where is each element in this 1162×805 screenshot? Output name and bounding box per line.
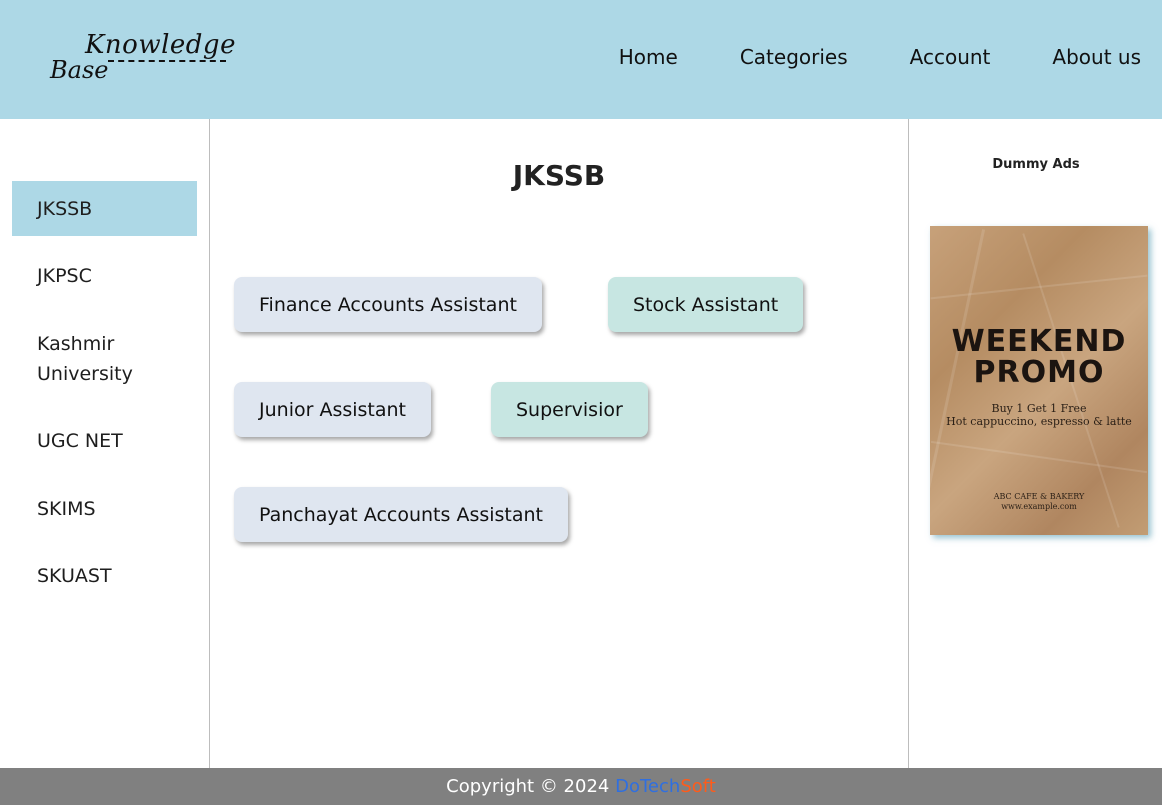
logo-text-bottom: Base <box>50 56 109 84</box>
main-content: JKSSB Finance Accounts Assistant Stock A… <box>210 119 908 768</box>
promo-headline: WEEKEND PROMO <box>951 324 1127 390</box>
post-button-finance-accounts-assistant[interactable]: Finance Accounts Assistant <box>234 277 542 332</box>
promo-line-2: Hot cappuccino, espresso & latte <box>946 415 1132 428</box>
footer-brand-part2[interactable]: Soft <box>680 776 716 797</box>
category-sidebar: JKSSB JKPSC Kashmir University UGC NET S… <box>0 119 210 768</box>
sidebar-item-jkpsc[interactable]: JKPSC <box>12 261 197 291</box>
site-footer: Copyright © 2024 DoTech Soft <box>0 768 1162 805</box>
sidebar-item-skuast[interactable]: SKUAST <box>12 561 197 591</box>
paper-crease <box>930 440 1148 474</box>
sidebar-item-ugc-net[interactable]: UGC NET <box>12 426 197 456</box>
post-button-junior-assistant[interactable]: Junior Assistant <box>234 382 431 437</box>
footer-brand-part1[interactable]: DoTech <box>615 776 680 797</box>
site-logo[interactable]: Knowledge Base <box>50 30 235 85</box>
post-button-panchayat-accounts-assistant[interactable]: Panchayat Accounts Assistant <box>234 487 569 542</box>
promo-subtext: Buy 1 Get 1 Free Hot cappuccino, espress… <box>930 402 1148 428</box>
promo-shop-url: www.example.com <box>1001 502 1077 511</box>
page-title: JKSSB <box>512 159 606 192</box>
sidebar-item-jkssb[interactable]: JKSSB <box>12 181 197 236</box>
promo-shop-name: ABC CAFE & BAKERY <box>993 492 1085 501</box>
ads-title: Dummy Ads <box>992 157 1080 172</box>
nav-account-link[interactable]: Account <box>910 45 991 69</box>
nav-categories-link[interactable]: Categories <box>740 45 848 69</box>
site-header: Knowledge Base Home Categories Account A… <box>0 0 1162 119</box>
logo-dashed-line <box>108 60 226 62</box>
promo-shop-info: ABC CAFE & BAKERY www.example.com <box>930 492 1148 512</box>
post-button-stock-assistant[interactable]: Stock Assistant <box>608 277 804 332</box>
nav-about-link[interactable]: About us <box>1052 45 1141 69</box>
ads-panel: Dummy Ads WEEKEND PROMO Buy 1 Get 1 Free… <box>908 119 1162 768</box>
footer-copyright: Copyright © 2024 <box>446 776 610 797</box>
sidebar-item-kashmir-university[interactable]: Kashmir University <box>12 329 162 389</box>
post-button-supervisior[interactable]: Supervisior <box>491 382 648 437</box>
promo-line-1: Buy 1 Get 1 Free <box>991 402 1087 415</box>
nav-home-link[interactable]: Home <box>619 45 678 69</box>
main-nav: Home Categories Account About us <box>619 45 1141 69</box>
sidebar-item-skims[interactable]: SKIMS <box>12 494 197 524</box>
promo-ad-image[interactable]: WEEKEND PROMO Buy 1 Get 1 Free Hot cappu… <box>930 226 1148 535</box>
